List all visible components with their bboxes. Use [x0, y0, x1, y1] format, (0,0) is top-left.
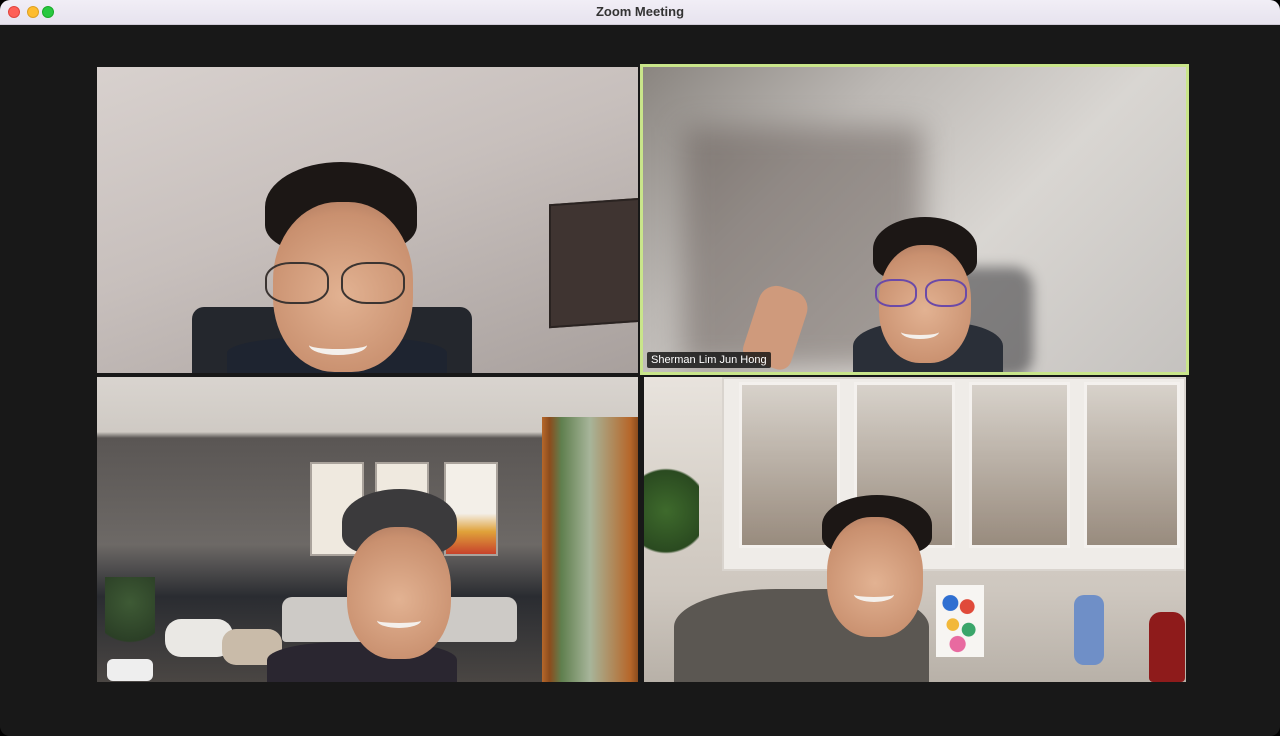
participant-smile — [854, 587, 894, 602]
video-tile-bottom-left[interactable] — [97, 377, 638, 682]
participant-face — [347, 527, 451, 659]
glasses-left — [265, 262, 329, 304]
cabinet-glass-3 — [969, 382, 1070, 548]
participant-name-label: Sherman Lim Jun Hong — [647, 352, 771, 368]
participant-smile — [309, 335, 367, 355]
video-tile-top-left[interactable] — [97, 67, 638, 373]
title-bar[interactable]: Zoom Meeting — [0, 0, 1280, 25]
glasses-right — [341, 262, 405, 304]
wall-picture-frame — [549, 197, 638, 329]
participant-smile — [377, 613, 421, 628]
participant-face — [827, 517, 923, 637]
video-tile-bottom-right[interactable] — [644, 377, 1186, 682]
video-tile-top-right[interactable]: Sherman Lim Jun Hong — [640, 64, 1189, 375]
glasses-left — [875, 279, 917, 307]
colorful-art-print — [936, 585, 984, 657]
red-bottle — [1149, 612, 1185, 682]
cabinet-glass-4 — [1084, 382, 1180, 548]
glasses-right — [925, 279, 967, 307]
video-gallery: Sherman Lim Jun Hong — [0, 25, 1280, 736]
zoom-window: Zoom Meeting Sherman Lim Jun Hong — [0, 0, 1280, 736]
virtual-bg-window-frame — [542, 417, 638, 682]
virtual-bg-pot — [107, 659, 153, 681]
participant-smile — [901, 325, 939, 339]
window-title: Zoom Meeting — [595, 4, 685, 19]
virtual-bg-plant — [105, 577, 155, 662]
plant-leaves — [644, 467, 699, 577]
blue-vase — [1074, 595, 1104, 665]
